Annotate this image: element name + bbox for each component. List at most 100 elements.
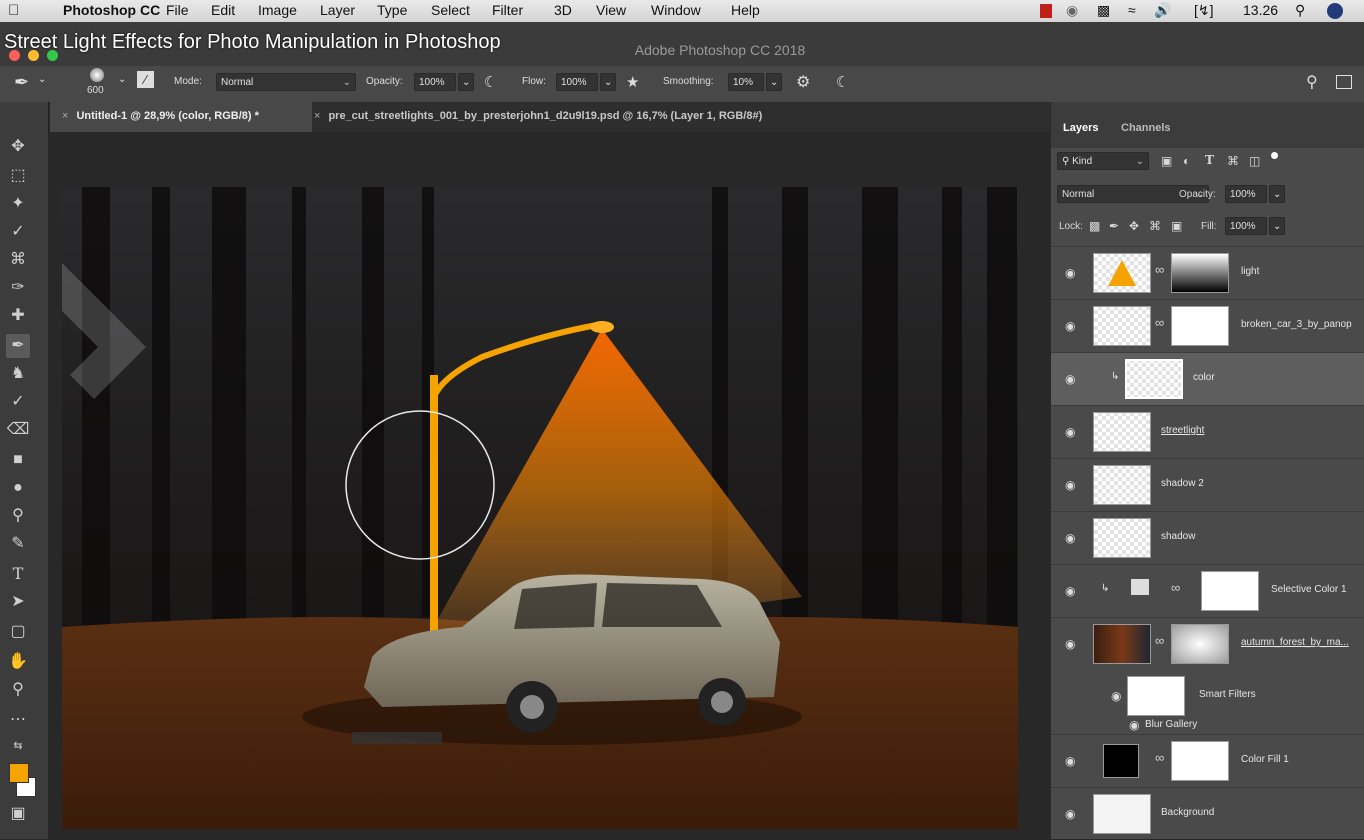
filter-pixel-icon[interactable]: ▣ bbox=[1161, 154, 1172, 168]
siri-icon[interactable] bbox=[1327, 3, 1343, 19]
apple-icon[interactable]:  bbox=[8, 2, 19, 19]
mask-link-icon[interactable]: ∞ bbox=[1155, 633, 1164, 648]
tab-streetlights[interactable]: × pre_cut_streetlights_001_by_presterjohn… bbox=[302, 102, 874, 132]
clone-stamp-tool-icon[interactable]: ♞ bbox=[6, 362, 30, 386]
layer-mask-thumbnail[interactable] bbox=[1171, 624, 1229, 664]
foreground-color-swatch[interactable] bbox=[9, 763, 29, 783]
edit-toolbar-icon[interactable]: ⋯ bbox=[6, 708, 30, 732]
layer-selective-color[interactable]: ◉ ↳ ∞ Selective Color 1 bbox=[1051, 564, 1364, 617]
brush-size[interactable]: 600 bbox=[87, 85, 104, 96]
tab-channels[interactable]: Channels bbox=[1121, 122, 1171, 134]
visibility-eye-icon[interactable]: ◉ bbox=[1065, 319, 1075, 333]
mask-link-icon[interactable]: ∞ bbox=[1155, 750, 1164, 765]
brush-settings-icon[interactable]: ∕ bbox=[137, 71, 154, 88]
layer-mask-thumbnail[interactable] bbox=[1171, 306, 1229, 346]
flow-field[interactable]: 100% bbox=[556, 73, 598, 91]
lock-transparent-icon[interactable]: ▩ bbox=[1089, 219, 1100, 233]
visibility-eye-icon[interactable]: ◉ bbox=[1065, 478, 1075, 492]
layer-color-fill[interactable]: ◉ ∞ Color Fill 1 bbox=[1051, 734, 1364, 787]
layer-opacity-field[interactable]: 100% bbox=[1225, 185, 1267, 203]
opacity-field[interactable]: 100% bbox=[414, 73, 456, 91]
gradient-tool-icon[interactable]: ■ bbox=[6, 448, 30, 472]
battery-icon[interactable]: [↯] bbox=[1194, 2, 1214, 19]
mask-link-icon[interactable]: ∞ bbox=[1155, 262, 1164, 277]
filter-adjustment-icon[interactable]: ◐ bbox=[1183, 154, 1190, 168]
layer-broken-car[interactable]: ◉ ∞ broken_car_3_by_panop bbox=[1051, 299, 1364, 352]
type-tool-icon[interactable]: T bbox=[6, 562, 30, 586]
mask-link-icon[interactable]: ∞ bbox=[1155, 315, 1164, 330]
quick-mask-icon[interactable]: ▣ bbox=[6, 802, 30, 826]
crop-tool-icon[interactable]: ⌘ bbox=[6, 248, 30, 272]
swap-colors-icon[interactable]: ⇆ bbox=[6, 734, 30, 758]
lock-artboard-icon[interactable]: ⌘ bbox=[1149, 219, 1161, 233]
marquee-tool-icon[interactable]: ⬚ bbox=[6, 164, 30, 188]
visibility-eye-icon[interactable]: ◉ bbox=[1065, 754, 1075, 768]
layer-mask-thumbnail[interactable] bbox=[1171, 741, 1229, 781]
filter-shape-icon[interactable]: ⌘ bbox=[1227, 154, 1239, 168]
pressure-size-icon[interactable]: ☾ bbox=[836, 73, 849, 91]
menu-type[interactable]: Type bbox=[377, 2, 407, 18]
blur-tool-icon[interactable]: ● bbox=[6, 476, 30, 500]
visibility-eye-icon[interactable]: ◉ bbox=[1065, 531, 1075, 545]
smoothing-dropdown[interactable]: ⌄ bbox=[766, 73, 782, 91]
menu-window[interactable]: Window bbox=[651, 2, 701, 18]
layer-shadow[interactable]: ◉ shadow bbox=[1051, 511, 1364, 564]
mode-select[interactable]: Normal ⌄ bbox=[216, 73, 356, 91]
volume-icon[interactable]: 🔊 bbox=[1154, 2, 1171, 19]
eraser-tool-icon[interactable]: ⌫ bbox=[6, 418, 30, 442]
smoothing-field[interactable]: 10% bbox=[728, 73, 764, 91]
filter-type-icon[interactable]: T bbox=[1205, 153, 1214, 167]
tab-untitled-1[interactable]: × Untitled-1 @ 28,9% (color, RGB/8) * bbox=[50, 102, 312, 132]
menu-image[interactable]: Image bbox=[258, 2, 297, 18]
menu-file[interactable]: File bbox=[166, 2, 189, 18]
move-tool-icon[interactable]: ✥ bbox=[6, 135, 30, 159]
shape-tool-icon[interactable]: ▢ bbox=[6, 620, 30, 644]
brush-tool-icon[interactable]: ✒ bbox=[14, 72, 29, 93]
visibility-eye-icon[interactable]: ◉ bbox=[1065, 266, 1075, 280]
brush-tool-icon[interactable]: ✒ bbox=[6, 334, 30, 358]
fill-field[interactable]: 100% bbox=[1225, 217, 1267, 235]
wifi-icon[interactable]: ≈ bbox=[1128, 2, 1136, 18]
lock-pixels-icon[interactable]: ✒ bbox=[1109, 219, 1119, 233]
eyedropper-tool-icon[interactable]: ✑ bbox=[6, 276, 30, 300]
visibility-eye-icon[interactable]: ◉ bbox=[1065, 425, 1075, 439]
hand-tool-icon[interactable]: ✋ bbox=[6, 650, 30, 674]
close-tab-icon[interactable]: × bbox=[314, 110, 320, 122]
smoothing-settings-gear-icon[interactable]: ⚙ bbox=[796, 72, 810, 92]
menu-select[interactable]: Select bbox=[431, 2, 470, 18]
menu-view[interactable]: View bbox=[596, 2, 626, 18]
fill-dropdown[interactable]: ⌄ bbox=[1269, 217, 1285, 235]
clock[interactable]: 13.26 bbox=[1243, 2, 1278, 18]
document-canvas[interactable] bbox=[62, 187, 1018, 829]
flow-dropdown[interactable]: ⌄ bbox=[600, 73, 616, 91]
menu-3d[interactable]: 3D bbox=[554, 2, 572, 18]
layer-light[interactable]: ◉ ∞ light bbox=[1051, 246, 1364, 299]
visibility-eye-icon[interactable]: ◉ bbox=[1129, 718, 1139, 732]
visibility-eye-icon[interactable]: ◉ bbox=[1065, 637, 1075, 651]
brush-preset-chevron-icon[interactable]: ⌄ bbox=[118, 74, 126, 85]
layer-color[interactable]: ◉ ↳ color bbox=[1051, 352, 1364, 405]
layer-shadow-2[interactable]: ◉ shadow 2 bbox=[1051, 458, 1364, 511]
filter-toggle-icon[interactable] bbox=[1271, 152, 1278, 159]
filter-kind-select[interactable]: ⚲ Kind ⌄ bbox=[1057, 152, 1149, 170]
visibility-eye-icon[interactable]: ◉ bbox=[1065, 372, 1075, 386]
workspace-icon[interactable] bbox=[1336, 75, 1352, 89]
layer-background[interactable]: ◉ Background bbox=[1051, 787, 1364, 840]
history-brush-tool-icon[interactable]: ✓ bbox=[6, 390, 30, 414]
spotlight-search-icon[interactable]: ⚲ bbox=[1295, 2, 1305, 19]
menu-filter[interactable]: Filter bbox=[492, 2, 523, 18]
visibility-eye-icon[interactable]: ◉ bbox=[1065, 807, 1075, 821]
search-icon[interactable]: ⚲ bbox=[1306, 72, 1318, 92]
pressure-opacity-icon[interactable]: ☾ bbox=[484, 73, 497, 91]
menu-help[interactable]: Help bbox=[731, 2, 760, 18]
screen-icon[interactable]: ▩ bbox=[1097, 2, 1110, 19]
layer-autumn-forest[interactable]: ◉ ∞ autumn_forest_by_ma... bbox=[1051, 617, 1364, 670]
layer-mask-thumbnail[interactable] bbox=[1171, 253, 1229, 293]
zoom-tool-icon[interactable]: ⚲ bbox=[6, 678, 30, 702]
quick-select-tool-icon[interactable]: ✓ bbox=[6, 220, 30, 244]
layer-mask-thumbnail[interactable] bbox=[1201, 571, 1259, 611]
lock-position-icon[interactable]: ✥ bbox=[1129, 219, 1139, 233]
smart-filter-mask-thumbnail[interactable] bbox=[1127, 676, 1185, 716]
layer-streetlight[interactable]: ◉ streetlight bbox=[1051, 405, 1364, 458]
visibility-eye-icon[interactable]: ◉ bbox=[1111, 689, 1121, 703]
